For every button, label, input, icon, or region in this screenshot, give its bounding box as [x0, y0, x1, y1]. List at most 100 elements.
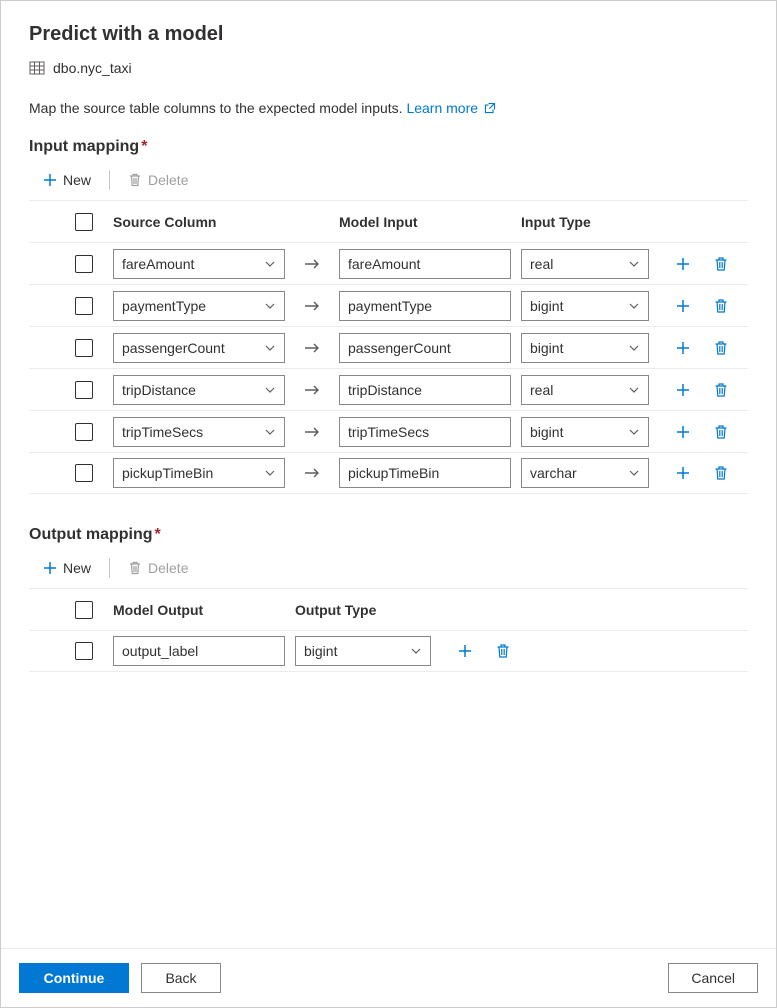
chevron-down-icon: [264, 426, 276, 438]
row-add-button[interactable]: [673, 380, 693, 400]
toolbar-divider: [109, 558, 110, 578]
row-add-button[interactable]: [673, 422, 693, 442]
source-column-dropdown[interactable]: tripTimeSecs: [113, 417, 285, 447]
row-add-button[interactable]: [455, 641, 475, 661]
output-new-label: New: [63, 560, 91, 576]
input-table-row: fareAmount fareAmount real: [29, 242, 748, 284]
row-delete-button[interactable]: [711, 296, 731, 316]
row-add-button[interactable]: [673, 338, 693, 358]
model-input-field[interactable]: tripDistance: [339, 375, 511, 405]
row-add-button[interactable]: [673, 463, 693, 483]
row-checkbox[interactable]: [75, 297, 93, 315]
input-type-value: varchar: [530, 465, 577, 481]
external-link-icon: [484, 102, 496, 114]
row-checkbox[interactable]: [75, 255, 93, 273]
input-mapping-heading: Input mapping*: [29, 138, 748, 156]
source-column-dropdown[interactable]: passengerCount: [113, 333, 285, 363]
input-table-row: tripDistance tripDistance real: [29, 368, 748, 410]
row-add-button[interactable]: [673, 254, 693, 274]
chevron-down-icon: [264, 467, 276, 479]
chevron-down-icon: [628, 342, 640, 354]
source-column-value: fareAmount: [122, 256, 194, 272]
plus-icon: [43, 561, 57, 575]
output-type-dropdown[interactable]: bigint: [295, 636, 431, 666]
continue-button[interactable]: Continue: [19, 963, 129, 993]
input-new-button[interactable]: New: [39, 170, 95, 190]
trash-icon: [495, 643, 511, 659]
input-type-dropdown[interactable]: bigint: [521, 291, 649, 321]
output-delete-button[interactable]: Delete: [124, 558, 192, 578]
row-checkbox[interactable]: [75, 381, 93, 399]
row-checkbox[interactable]: [75, 464, 93, 482]
chevron-down-icon: [628, 384, 640, 396]
input-new-label: New: [63, 172, 91, 188]
trash-icon: [713, 382, 729, 398]
model-input-value: tripTimeSecs: [348, 424, 429, 440]
required-indicator: *: [155, 526, 161, 543]
model-input-field[interactable]: pickupTimeBin: [339, 458, 511, 488]
source-column-dropdown[interactable]: tripDistance: [113, 375, 285, 405]
chevron-down-icon: [628, 426, 640, 438]
input-table-body: fareAmountfareAmountrealpaymentTypepayme…: [29, 242, 748, 494]
chevron-down-icon: [264, 342, 276, 354]
panel-content: Predict with a model dbo.nyc_taxi Map th…: [1, 1, 776, 948]
trash-icon: [713, 465, 729, 481]
plus-icon: [675, 465, 691, 481]
input-mapping-toolbar: New Delete: [29, 164, 748, 200]
row-checkbox[interactable]: [75, 423, 93, 441]
source-column-value: tripTimeSecs: [122, 424, 203, 440]
input-type-dropdown[interactable]: varchar: [521, 458, 649, 488]
input-type-value: bigint: [530, 340, 563, 356]
input-type-value: bigint: [530, 424, 563, 440]
trash-icon: [713, 256, 729, 272]
chevron-down-icon: [628, 300, 640, 312]
learn-more-link[interactable]: Learn more: [406, 100, 495, 116]
input-type-dropdown[interactable]: bigint: [521, 417, 649, 447]
model-input-field[interactable]: fareAmount: [339, 249, 511, 279]
source-column-dropdown[interactable]: paymentType: [113, 291, 285, 321]
arrow-right-icon: [303, 257, 321, 271]
model-input-value: tripDistance: [348, 382, 422, 398]
source-column-value: paymentType: [122, 298, 206, 314]
input-select-all-checkbox[interactable]: [75, 213, 93, 231]
plus-icon: [43, 173, 57, 187]
source-column-dropdown[interactable]: fareAmount: [113, 249, 285, 279]
model-input-field[interactable]: passengerCount: [339, 333, 511, 363]
row-add-button[interactable]: [673, 296, 693, 316]
output-table-row: output_label bigint: [29, 630, 748, 672]
back-button[interactable]: Back: [141, 963, 221, 993]
arrow-right-icon: [303, 425, 321, 439]
chevron-down-icon: [628, 258, 640, 270]
row-delete-button[interactable]: [711, 463, 731, 483]
input-type-dropdown[interactable]: real: [521, 375, 649, 405]
row-checkbox[interactable]: [75, 339, 93, 357]
input-table-row: paymentType paymentType bigint: [29, 284, 748, 326]
source-column-dropdown[interactable]: pickupTimeBin: [113, 458, 285, 488]
input-delete-button[interactable]: Delete: [124, 170, 192, 190]
input-type-dropdown[interactable]: bigint: [521, 333, 649, 363]
output-new-button[interactable]: New: [39, 558, 95, 578]
output-select-all-checkbox[interactable]: [75, 601, 93, 619]
input-table-header: Source Column Model Input Input Type: [29, 200, 748, 242]
model-output-field[interactable]: output_label: [113, 636, 285, 666]
row-delete-button[interactable]: [493, 641, 513, 661]
source-column-value: tripDistance: [122, 382, 196, 398]
input-mapping-heading-text: Input mapping: [29, 138, 139, 155]
learn-more-label: Learn more: [406, 100, 478, 116]
row-checkbox[interactable]: [75, 642, 93, 660]
input-table-row: passengerCount passengerCount bigint: [29, 326, 748, 368]
cancel-button[interactable]: Cancel: [668, 963, 758, 993]
input-type-dropdown[interactable]: real: [521, 249, 649, 279]
trash-icon: [713, 340, 729, 356]
model-input-field[interactable]: tripTimeSecs: [339, 417, 511, 447]
row-delete-button[interactable]: [711, 422, 731, 442]
input-table-row: pickupTimeBin pickupTimeBin varchar: [29, 452, 748, 494]
description-text: Map the source table columns to the expe…: [29, 100, 403, 116]
row-delete-button[interactable]: [711, 380, 731, 400]
row-delete-button[interactable]: [711, 254, 731, 274]
row-delete-button[interactable]: [711, 338, 731, 358]
trash-icon: [713, 298, 729, 314]
model-input-field[interactable]: paymentType: [339, 291, 511, 321]
input-type-value: real: [530, 382, 553, 398]
arrow-right-icon: [303, 341, 321, 355]
